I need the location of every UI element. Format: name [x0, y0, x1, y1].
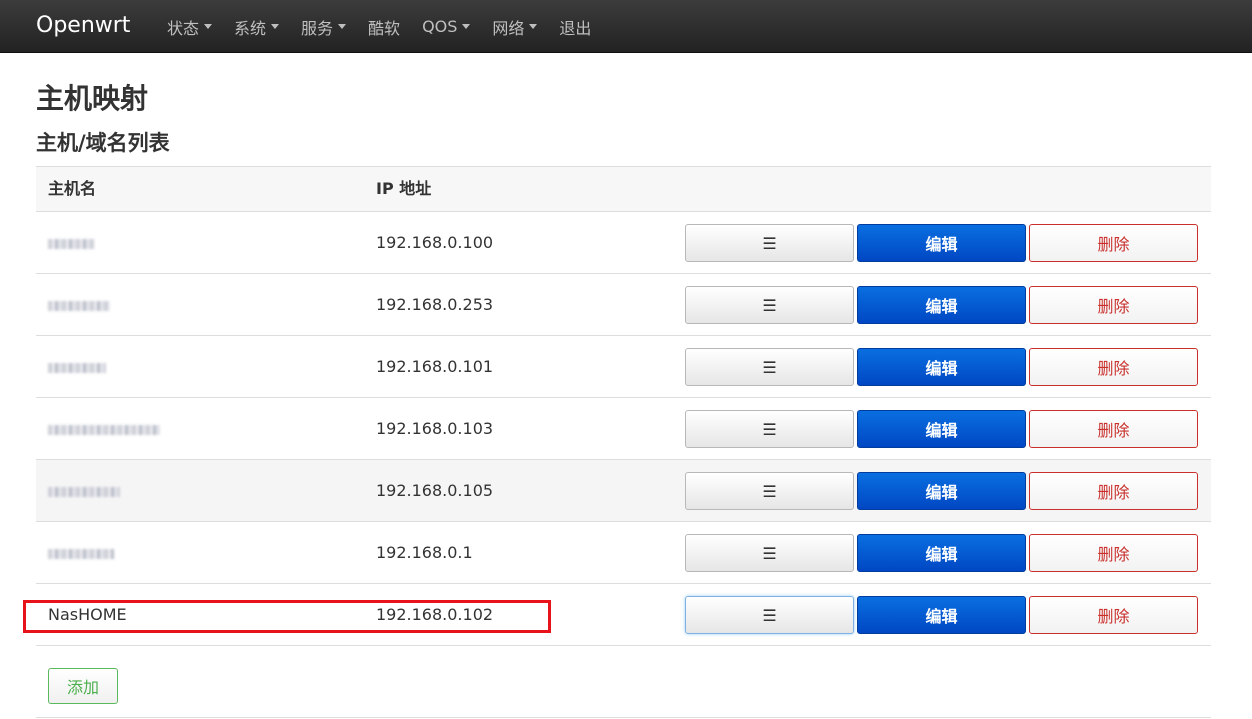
nav-item-logout[interactable]: 退出: [548, 0, 602, 53]
delete-button[interactable]: 删除: [1029, 286, 1198, 324]
divider: [36, 717, 1211, 718]
edit-button[interactable]: 编辑: [857, 224, 1026, 262]
row-menu-button[interactable]: ☰: [685, 472, 854, 510]
nav-item-system[interactable]: 系统: [223, 0, 290, 53]
row-actions: ☰ 编辑 删除: [685, 596, 1198, 634]
table-row: 192.168.0.253 ☰ 编辑 删除: [36, 274, 1211, 336]
caret-down-icon: [204, 24, 213, 29]
row-menu-button[interactable]: ☰: [685, 410, 854, 448]
row-menu-button[interactable]: ☰: [685, 224, 854, 262]
table-row: 192.168.0.103 ☰ 编辑 删除: [36, 398, 1211, 460]
edit-button[interactable]: 编辑: [857, 596, 1026, 634]
hamburger-icon: ☰: [762, 543, 777, 563]
hostname-cell: [48, 336, 106, 397]
edit-button[interactable]: 编辑: [857, 472, 1026, 510]
hamburger-icon: ☰: [762, 605, 777, 625]
caret-down-icon: [462, 24, 471, 29]
row-actions: ☰ 编辑 删除: [685, 286, 1198, 324]
table-body: 192.168.0.100 ☰ 编辑 删除 192.168.0.253 ☰ 编辑 删除 192.…: [36, 212, 1211, 646]
nav-item-label: 酷软: [368, 18, 401, 38]
ip-cell: 192.168.0.103: [376, 419, 494, 438]
hostname-cell: [48, 274, 110, 335]
nav-item-label: 服务: [301, 18, 334, 38]
delete-button[interactable]: 删除: [1029, 348, 1198, 386]
row-menu-button[interactable]: ☰: [685, 534, 854, 572]
table-row: 192.168.0.100 ☰ 编辑 删除: [36, 212, 1211, 274]
row-menu-button[interactable]: ☰: [685, 596, 854, 634]
hamburger-icon: ☰: [762, 295, 777, 315]
nav-item-status[interactable]: 状态: [156, 0, 223, 53]
hosts-table: 主机名 IP 地址 192.168.0.100 ☰ 编辑 删除 192.168.0.25…: [36, 166, 1211, 646]
edit-button[interactable]: 编辑: [857, 534, 1026, 572]
brand-logo[interactable]: Openwrt: [36, 12, 130, 40]
delete-button[interactable]: 删除: [1029, 410, 1198, 448]
delete-button[interactable]: 删除: [1029, 596, 1198, 634]
hostname-cell: [48, 398, 160, 459]
hostname-cell: [48, 212, 94, 273]
hamburger-icon: ☰: [762, 357, 777, 377]
ip-cell: 192.168.0.100: [376, 233, 494, 252]
nav-item-services[interactable]: 服务: [290, 0, 357, 53]
redacted-hostname: [48, 238, 94, 249]
ip-cell: 192.168.0.1: [376, 543, 473, 562]
caret-down-icon: [338, 24, 347, 29]
table-header: 主机名 IP 地址: [36, 166, 1211, 212]
nav-item-label: 状态: [167, 18, 200, 38]
add-button[interactable]: 添加: [48, 668, 118, 704]
redacted-hostname: [48, 300, 110, 311]
redacted-hostname: [48, 424, 160, 435]
main-nav: 状态 系统 服务 酷软 QOS 网络 退出: [156, 0, 602, 53]
ip-cell: 192.168.0.101: [376, 357, 494, 376]
delete-button[interactable]: 删除: [1029, 534, 1198, 572]
ip-cell: 192.168.0.253: [376, 295, 494, 314]
redacted-hostname: [48, 486, 120, 497]
row-actions: ☰ 编辑 删除: [685, 410, 1198, 448]
row-actions: ☰ 编辑 删除: [685, 224, 1198, 262]
hostname-cell: [48, 460, 120, 521]
top-navbar: Openwrt 状态 系统 服务 酷软 QOS 网络 退出: [0, 0, 1252, 53]
nav-item-software[interactable]: 酷软: [357, 0, 411, 53]
hamburger-icon: ☰: [762, 233, 777, 253]
edit-button[interactable]: 编辑: [857, 286, 1026, 324]
nav-item-qos[interactable]: QOS: [411, 0, 481, 53]
column-header-ip: IP 地址: [376, 179, 432, 198]
column-header-hostname: 主机名: [48, 179, 97, 198]
hostname-cell: [48, 522, 114, 583]
page-title: 主机映射: [36, 82, 149, 115]
section-title: 主机/域名列表: [36, 131, 170, 155]
highlight-box: [23, 600, 551, 633]
row-actions: ☰ 编辑 删除: [685, 348, 1198, 386]
redacted-hostname: [48, 548, 114, 559]
row-menu-button[interactable]: ☰: [685, 286, 854, 324]
table-row: 192.168.0.1 ☰ 编辑 删除: [36, 522, 1211, 584]
edit-button[interactable]: 编辑: [857, 348, 1026, 386]
hamburger-icon: ☰: [762, 419, 777, 439]
edit-button[interactable]: 编辑: [857, 410, 1026, 448]
table-row: 192.168.0.101 ☰ 编辑 删除: [36, 336, 1211, 398]
row-menu-button[interactable]: ☰: [685, 348, 854, 386]
caret-down-icon: [529, 24, 538, 29]
nav-item-label: 网络: [492, 18, 525, 38]
row-actions: ☰ 编辑 删除: [685, 534, 1198, 572]
nav-item-label: 退出: [559, 18, 592, 38]
ip-cell: 192.168.0.105: [376, 481, 494, 500]
hamburger-icon: ☰: [762, 481, 777, 501]
nav-item-label: QOS: [422, 17, 458, 36]
table-row: 192.168.0.105 ☰ 编辑 删除: [36, 460, 1211, 522]
delete-button[interactable]: 删除: [1029, 224, 1198, 262]
nav-item-network[interactable]: 网络: [481, 0, 548, 53]
row-actions: ☰ 编辑 删除: [685, 472, 1198, 510]
delete-button[interactable]: 删除: [1029, 472, 1198, 510]
nav-item-label: 系统: [234, 18, 267, 38]
redacted-hostname: [48, 362, 106, 373]
caret-down-icon: [271, 24, 280, 29]
